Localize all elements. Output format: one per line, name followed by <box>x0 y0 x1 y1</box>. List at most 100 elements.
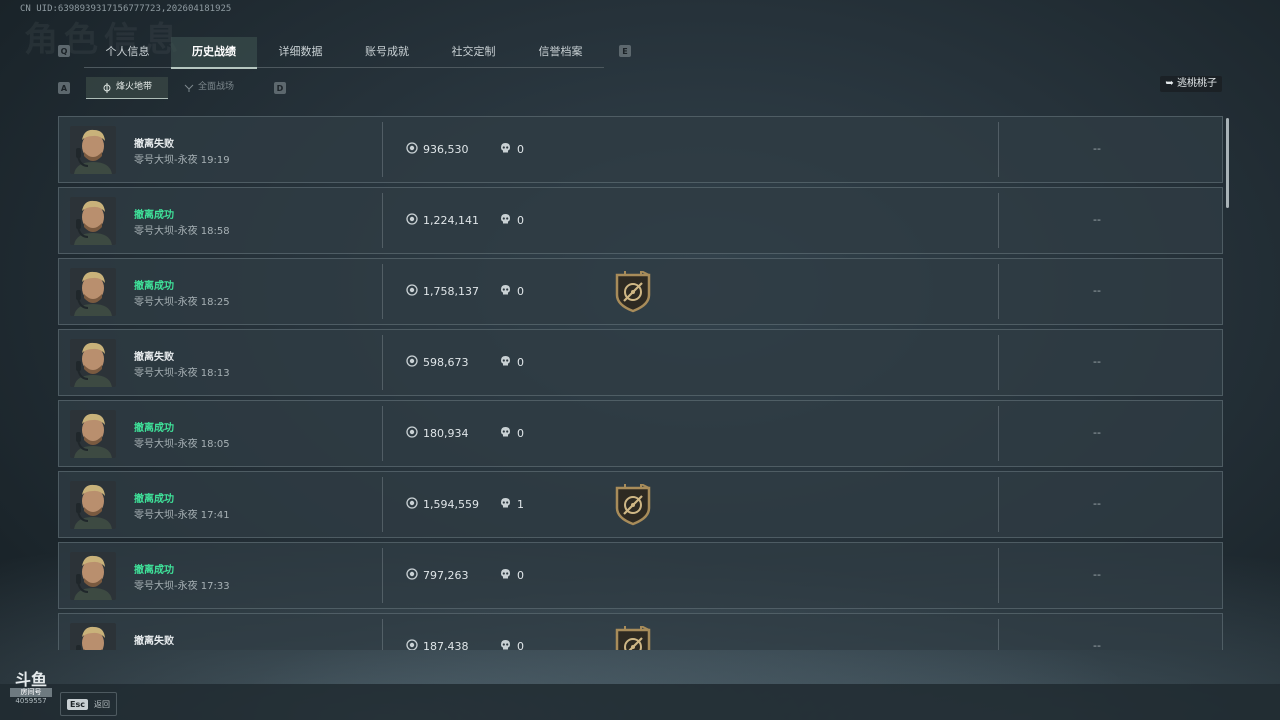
coin-icon <box>406 568 418 583</box>
kills-text: 1 <box>517 498 524 511</box>
operator-avatar <box>70 197 116 245</box>
extraction-status: 撤离成功 <box>134 210 174 221</box>
loot-value: 1,224,141 <box>406 213 479 228</box>
column-divider <box>998 406 999 461</box>
kill-count: 0 <box>500 142 524 157</box>
kill-count: 0 <box>500 426 524 441</box>
back-button[interactable]: Esc 返回 <box>60 692 117 716</box>
match-record-row[interactable]: 撤离成功 零号大坝-永夜 17:41 1,594,559 1 -- <box>58 471 1223 538</box>
loot-value: 598,673 <box>406 355 469 370</box>
column-divider <box>382 477 383 532</box>
kill-count: 0 <box>500 355 524 370</box>
kill-count: 1 <box>500 497 524 512</box>
loot-value: 187,438 <box>406 639 469 650</box>
tab-achievements[interactable]: 账号成就 <box>344 37 430 67</box>
nav-right-key[interactable]: E <box>619 45 631 57</box>
kills-text: 0 <box>517 427 524 440</box>
map-and-time: 零号大坝-永夜 18:25 <box>134 297 230 308</box>
subnav-left-key[interactable]: A <box>58 82 70 94</box>
watermark-room-number: 4059557 <box>15 697 47 705</box>
coin-icon <box>406 355 418 370</box>
scrollbar[interactable] <box>1226 118 1229 208</box>
column-divider <box>998 548 999 603</box>
extraction-status: 撤离失败 <box>134 139 174 150</box>
match-record-row[interactable]: 撤离成功零号大坝-永夜 18:25 1,758,137 0 -- <box>58 258 1223 325</box>
kills-text: 0 <box>517 143 524 156</box>
column-divider <box>382 619 383 650</box>
account-tag[interactable]: ➥ 逃桃桃子 <box>1160 76 1222 92</box>
match-record-row[interactable]: 撤离成功 零号大坝-永夜 17:33 797,263 0 -- <box>58 542 1223 609</box>
kills-text: 0 <box>517 640 524 650</box>
extraction-status: 撤离失败 <box>134 636 174 647</box>
skull-icon <box>500 568 511 583</box>
match-record-row[interactable]: 撤离失败零号大坝-永夜 18:13 598,673 0 -- <box>58 329 1223 396</box>
coin-icon <box>406 142 418 157</box>
douyu-watermark: 斗鱼 房间号 4059557 <box>10 672 52 705</box>
kills-text: 0 <box>517 356 524 369</box>
extra-info: -- <box>1093 213 1101 226</box>
extra-info: -- <box>1093 355 1101 368</box>
column-divider <box>382 335 383 390</box>
kills-text: 0 <box>517 569 524 582</box>
kill-count: 0 <box>500 639 524 650</box>
value-text: 598,673 <box>423 356 469 369</box>
crosshair-icon <box>103 82 111 93</box>
kill-count: 0 <box>500 284 524 299</box>
footer-bar <box>0 684 1280 720</box>
tab-detailed-data[interactable]: 详细数据 <box>257 37 344 67</box>
coin-icon <box>406 213 418 228</box>
match-record-row[interactable]: 撤离成功零号大坝-永夜 18:58 1,224,141 0 -- <box>58 187 1223 254</box>
column-divider <box>998 335 999 390</box>
loot-value: 1,758,137 <box>406 284 479 299</box>
match-record-row[interactable]: 撤离失败零号大坝-永夜 17:19 187,438 0 -- <box>58 613 1223 650</box>
column-divider <box>382 264 383 319</box>
column-divider <box>998 122 999 177</box>
nav-left-key[interactable]: Q <box>58 45 70 57</box>
watermark-room-label: 房间号 <box>10 688 52 697</box>
tab-match-history[interactable]: 历史战绩 <box>171 37 257 69</box>
subtab-full-battlefield[interactable]: 全面战场 <box>168 77 250 98</box>
main-tabs: 个人信息 历史战绩 详细数据 账号成就 社交定制 信誉档案 <box>84 37 604 69</box>
tab-personal-info[interactable]: 个人信息 <box>84 37 171 67</box>
operator-avatar <box>70 268 116 316</box>
coin-icon <box>406 284 418 299</box>
kill-count: 0 <box>500 213 524 228</box>
kills-text: 0 <box>517 214 524 227</box>
kill-count: 0 <box>500 568 524 583</box>
skull-icon <box>500 639 511 650</box>
coin-icon <box>406 426 418 441</box>
column-divider <box>998 264 999 319</box>
extraction-status: 撤离失败 <box>134 352 174 363</box>
skull-icon <box>500 497 511 512</box>
operator-avatar <box>70 339 116 387</box>
subnav-right-key[interactable]: D <box>274 82 286 94</box>
back-label: 返回 <box>93 699 110 709</box>
sub-tabs: 烽火地带 全面战场 <box>86 77 250 99</box>
column-divider <box>998 193 999 248</box>
map-and-time: 零号大坝-永夜 18:13 <box>134 368 230 379</box>
extra-info: -- <box>1093 284 1101 297</box>
shield-badge-icon <box>613 624 653 650</box>
match-record-row[interactable]: 撤离成功 零号大坝-永夜 18:05 180,934 0 -- <box>58 400 1223 467</box>
extra-info: -- <box>1093 497 1101 510</box>
kills-text: 0 <box>517 285 524 298</box>
value-text: 936,530 <box>423 143 469 156</box>
back-arrow-icon: ➥ <box>1165 78 1174 89</box>
extraction-status: 撤离成功 <box>134 281 174 292</box>
loot-value: 1,594,559 <box>406 497 479 512</box>
skull-icon <box>500 426 511 441</box>
operator-avatar <box>70 552 116 600</box>
match-record-row[interactable]: 撤离失败 零号大坝-永夜 19:19 936,530 0 -- <box>58 116 1223 183</box>
column-divider <box>382 406 383 461</box>
skull-icon <box>500 355 511 370</box>
tab-reputation[interactable]: 信誉档案 <box>517 37 604 67</box>
tab-social[interactable]: 社交定制 <box>430 37 517 67</box>
map-and-time: 零号大坝-永夜 18:58 <box>134 226 230 237</box>
skull-icon <box>500 284 511 299</box>
watermark-logo: 斗鱼 <box>14 670 47 689</box>
extraction-status: 撤离成功 <box>134 565 174 576</box>
coin-icon <box>406 497 418 512</box>
subtab-hazard-zone[interactable]: 烽火地带 <box>86 77 169 99</box>
extraction-status: 撤离成功 <box>134 494 174 505</box>
shield-badge-icon <box>613 269 653 313</box>
